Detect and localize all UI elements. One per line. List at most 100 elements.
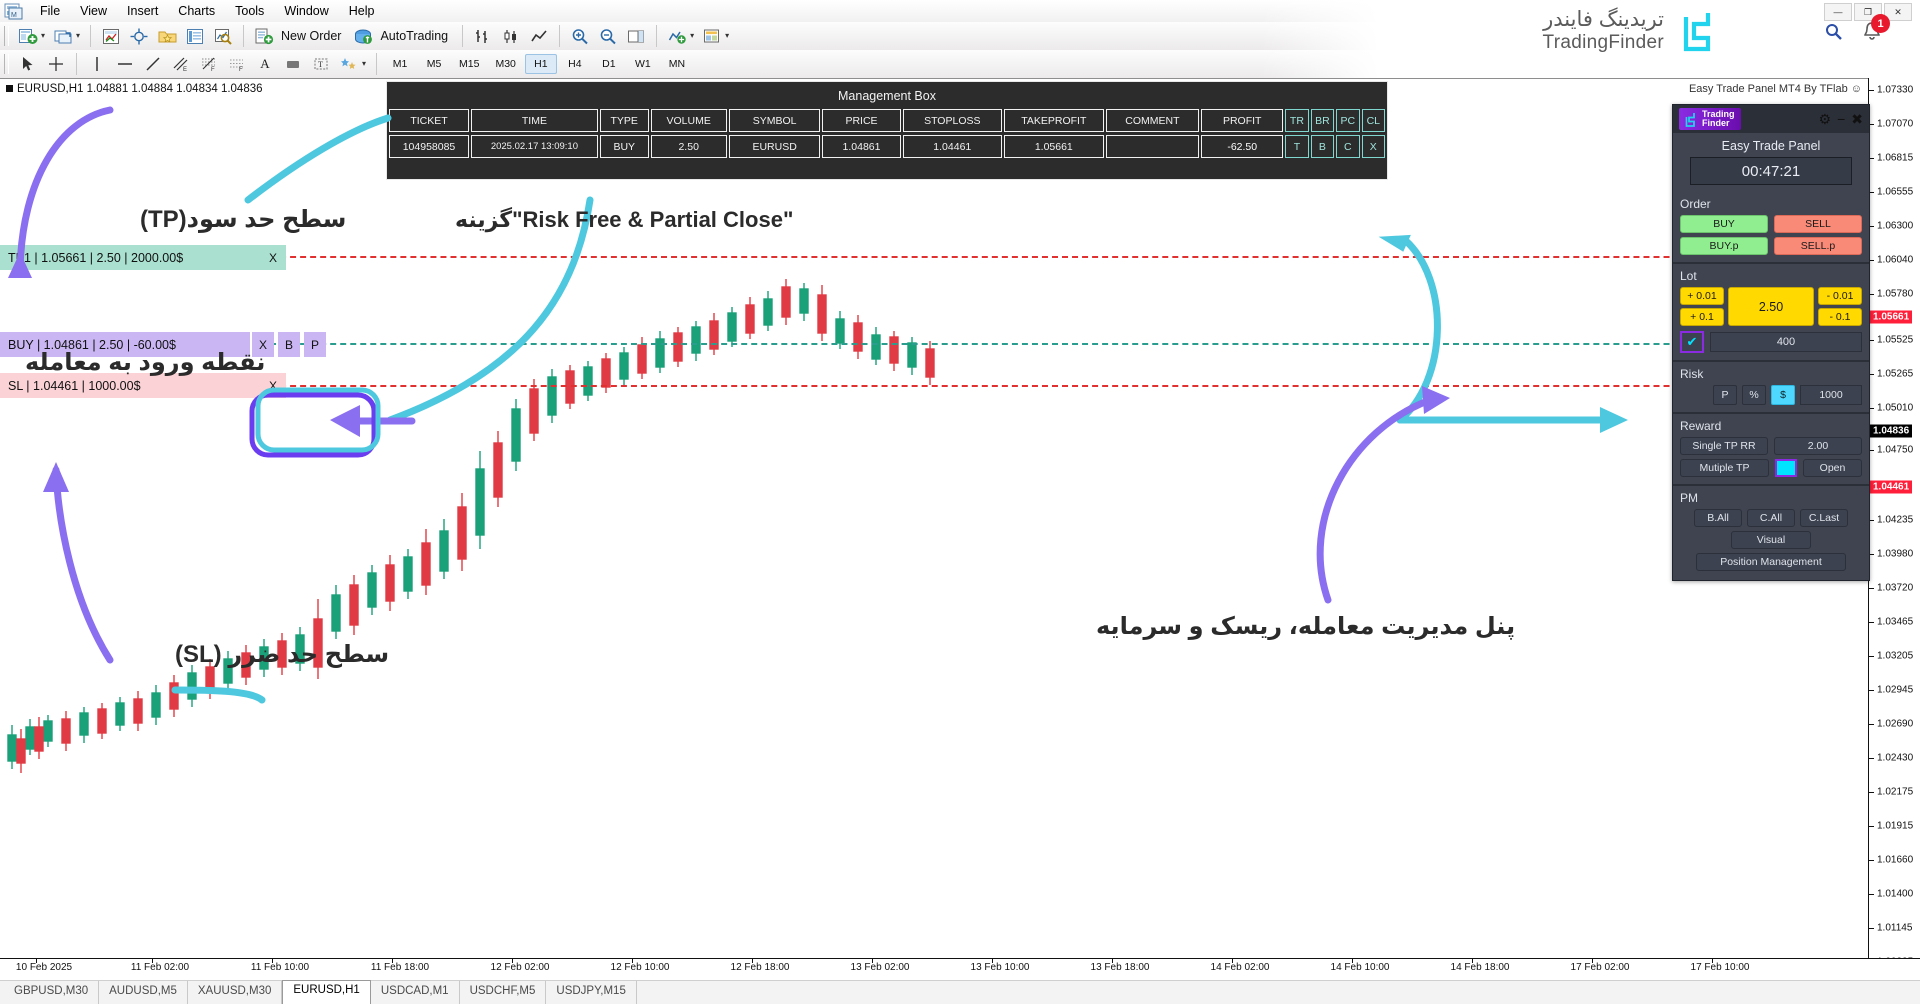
lot-minus-big-button[interactable]: - 0.1 [1818, 308, 1862, 326]
risk-mode-percent[interactable]: % [1742, 385, 1766, 405]
horizontal-line-icon[interactable] [112, 51, 138, 77]
position-management-button[interactable]: Position Management [1696, 553, 1846, 571]
risk-value-field[interactable]: 1000 [1800, 385, 1862, 405]
timeframe-h1[interactable]: H1 [524, 54, 557, 74]
timeframe-h4[interactable]: H4 [559, 54, 591, 74]
risk-mode-money[interactable]: $ [1771, 385, 1795, 405]
close-last-button[interactable]: C.Last [1800, 509, 1848, 527]
menu-item-charts[interactable]: Charts [168, 1, 225, 21]
timeframe-mn[interactable]: MN [661, 54, 693, 74]
buy-pending-button[interactable]: BUY.p [1680, 237, 1768, 255]
menu-item-view[interactable]: View [70, 1, 117, 21]
col-cl[interactable]: CL [1361, 109, 1386, 132]
chart-tab-eurusd[interactable]: EURUSD,H1 [282, 980, 371, 1004]
row-action-t[interactable]: T [1285, 135, 1309, 158]
chart-tab-xauusd[interactable]: XAUUSD,M30 [188, 981, 283, 1004]
col-tr[interactable]: TR [1285, 109, 1309, 132]
tp-close-button[interactable]: X [260, 245, 286, 270]
text-box-icon[interactable]: T [308, 51, 334, 77]
templates-icon[interactable] [699, 23, 725, 49]
new-chart-icon[interactable] [15, 23, 41, 49]
row-action-b[interactable]: B [1310, 135, 1335, 158]
line-chart-icon[interactable] [526, 23, 552, 49]
profiles-icon[interactable] [50, 23, 76, 49]
close-all-button[interactable]: C.All [1747, 509, 1795, 527]
menu-item-insert[interactable]: Insert [117, 1, 168, 21]
sell-button[interactable]: SELL [1774, 215, 1862, 233]
chevron-down-icon[interactable]: ▾ [725, 32, 729, 40]
chart-tab-usdjpy[interactable]: USDJPY,M15 [546, 981, 637, 1004]
timeframe-m1[interactable]: M1 [384, 54, 416, 74]
lot-checkbox[interactable]: ✔ [1680, 331, 1704, 353]
shapes-icon[interactable] [336, 51, 362, 77]
rr-value-field[interactable]: 2.00 [1774, 437, 1862, 455]
vertical-line-icon[interactable] [84, 51, 110, 77]
chevron-down-icon[interactable]: ▾ [76, 32, 80, 40]
col-pc[interactable]: PC [1336, 109, 1360, 132]
easy-trade-panel[interactable]: Trading Finder ⚙ − ✖ Easy Trade Panel 00… [1672, 104, 1870, 581]
risk-mode-points[interactable]: P [1713, 385, 1737, 405]
gear-icon[interactable]: ⚙ [1819, 111, 1832, 128]
lot-plus-big-button[interactable]: + 0.1 [1680, 308, 1724, 326]
col-br[interactable]: BR [1310, 109, 1335, 132]
timeframe-m5[interactable]: M5 [418, 54, 450, 74]
data-window-icon[interactable] [182, 23, 208, 49]
buy-button[interactable]: BUY [1680, 215, 1768, 233]
cursor-icon[interactable] [15, 51, 41, 77]
lot-minus-small-button[interactable]: - 0.01 [1818, 287, 1862, 305]
close-icon[interactable]: ✖ [1851, 111, 1863, 128]
timeframe-w1[interactable]: W1 [627, 54, 659, 74]
single-tp-rr-button[interactable]: Single TP RR [1680, 437, 1768, 455]
buy-breakeven-button[interactable]: B [278, 332, 300, 357]
text-tool-icon[interactable]: A [252, 51, 278, 77]
zoom-in-icon[interactable] [567, 23, 593, 49]
multiple-tp-button[interactable]: Mutiple TP [1680, 459, 1769, 477]
chevron-down-icon[interactable]: ▾ [362, 60, 366, 68]
time-scale[interactable]: 10 Feb 2025 11 Feb 02:00 11 Feb 10:00 11… [0, 958, 1920, 981]
buy-partial-button[interactable]: P [304, 332, 326, 357]
lot-quantity-field[interactable]: 400 [1710, 332, 1862, 352]
menu-item-help[interactable]: Help [339, 1, 385, 21]
row-action-c[interactable]: C [1336, 135, 1360, 158]
chevron-down-icon[interactable]: ▾ [41, 32, 45, 40]
new-order-icon[interactable] [251, 23, 277, 49]
timeframe-d1[interactable]: D1 [593, 54, 625, 74]
lot-plus-small-button[interactable]: + 0.01 [1680, 287, 1724, 305]
new-order-button[interactable]: New Order [250, 23, 349, 49]
minimize-button[interactable]: — [1824, 3, 1852, 21]
timeframe-m15[interactable]: M15 [452, 54, 486, 74]
search-icon[interactable] [1824, 22, 1844, 47]
autotrading-icon[interactable] [350, 23, 376, 49]
menu-item-tools[interactable]: Tools [225, 1, 274, 21]
menu-item-window[interactable]: Window [274, 1, 338, 21]
timeframe-m30[interactable]: M30 [488, 54, 522, 74]
candlestick-chart-icon[interactable] [498, 23, 524, 49]
price-scale[interactable]: 1.07330 1.07070 1.06815 1.06555 1.06300 … [1868, 78, 1920, 1002]
row-action-x[interactable]: X [1361, 135, 1386, 158]
bar-chart-icon[interactable] [470, 23, 496, 49]
indicators-icon[interactable] [664, 23, 690, 49]
text-label-icon[interactable] [280, 51, 306, 77]
favorites-folder-icon[interactable] [154, 23, 180, 49]
auto-scroll-icon[interactable] [623, 23, 649, 49]
tp-color-swatch[interactable] [1775, 459, 1797, 477]
tp-level-bar[interactable]: TP1 | 1.05661 | 2.50 | 2000.00$ [0, 245, 260, 270]
autotrading-button[interactable]: AutoTrading [349, 23, 456, 49]
chart-tab-audusd[interactable]: AUDUSD,M5 [99, 981, 188, 1004]
fibonacci-fan-icon[interactable]: F [224, 51, 250, 77]
open-button[interactable]: Open [1803, 459, 1862, 477]
minimize-icon[interactable]: − [1837, 111, 1845, 127]
crosshair-icon[interactable] [126, 23, 152, 49]
market-watch-icon[interactable] [98, 23, 124, 49]
trendline-icon[interactable] [140, 51, 166, 77]
equidistant-channel-icon[interactable]: E [168, 51, 194, 77]
chart-tab-gbpusd[interactable]: GBPUSD,M30 [4, 981, 100, 1004]
chart-tab-usdchf[interactable]: USDCHF,M5 [460, 981, 547, 1004]
sell-pending-button[interactable]: SELL.p [1774, 237, 1862, 255]
fibonacci-icon[interactable]: F [196, 51, 222, 77]
zoom-out-icon[interactable] [595, 23, 621, 49]
crosshair-tool-icon[interactable] [43, 51, 69, 77]
management-box[interactable]: Management Box TICKET TIME TYPE VOLUME S… [386, 81, 1388, 180]
management-box-row[interactable]: 104958085 2025.02.17 13:09:10 BUY 2.50 E… [387, 132, 1387, 158]
lot-value[interactable]: 2.50 [1728, 287, 1814, 326]
